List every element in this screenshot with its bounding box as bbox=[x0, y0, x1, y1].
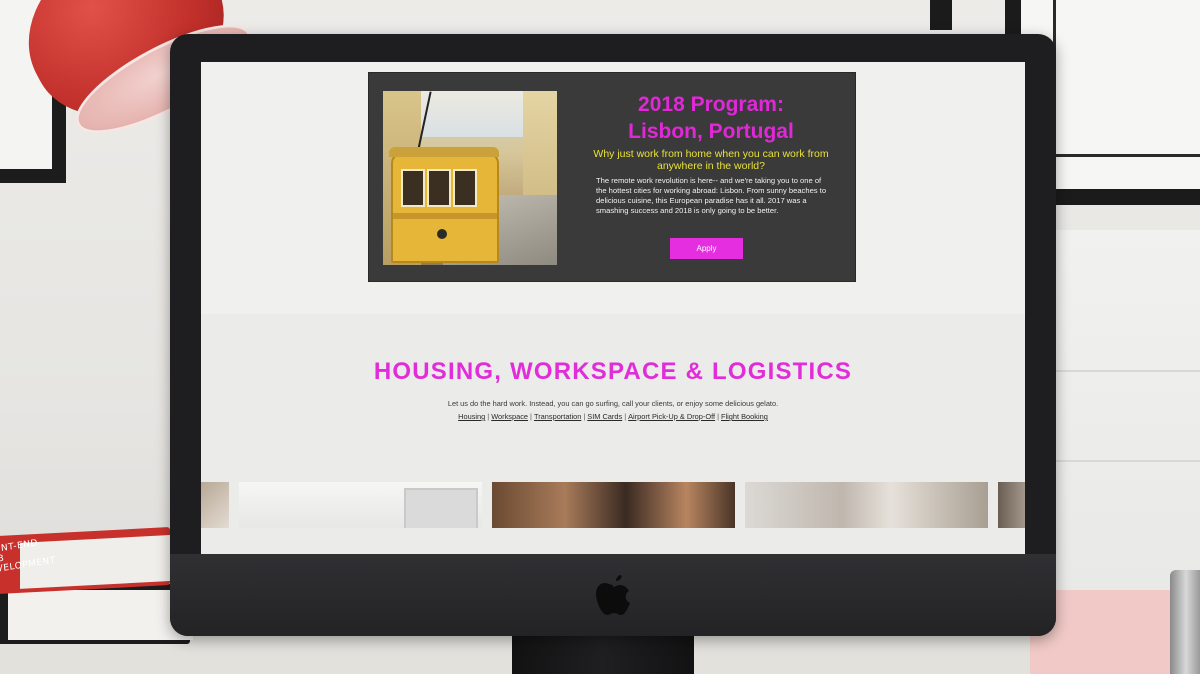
program-card: 2018 Program: Lisbon, Portugal Why just … bbox=[368, 72, 856, 282]
program-title-line1: 2018 Program: bbox=[638, 93, 784, 116]
apply-button[interactable]: Apply bbox=[670, 238, 743, 259]
link-flight-booking[interactable]: Flight Booking bbox=[721, 412, 768, 421]
book-red: FRONT-END WEB DEVELOPMENT bbox=[0, 527, 170, 595]
gallery-image-cafe[interactable] bbox=[492, 482, 735, 528]
link-workspace[interactable]: Workspace bbox=[491, 412, 528, 421]
web-page-viewport: 2018 Program: Lisbon, Portugal Why just … bbox=[201, 62, 1025, 554]
lisbon-tram-photo bbox=[383, 91, 557, 265]
link-airport-pickup[interactable]: Airport Pick-Up & Drop-Off bbox=[628, 412, 715, 421]
apple-logo-icon bbox=[593, 572, 633, 618]
link-sim-cards[interactable]: SIM Cards bbox=[587, 412, 622, 421]
gallery-image-partial-right[interactable] bbox=[998, 482, 1025, 528]
gallery-image-partial-left[interactable] bbox=[201, 482, 229, 528]
housing-section-heading: HOUSING, WORKSPACE & LOGISTICS bbox=[373, 358, 853, 385]
metal-cup bbox=[1170, 570, 1200, 674]
program-subtitle: Why just work from home when you can wor… bbox=[593, 148, 829, 172]
link-transportation[interactable]: Transportation bbox=[534, 412, 581, 421]
gallery-image-apartment[interactable] bbox=[239, 482, 482, 528]
gallery-image-kitchen[interactable] bbox=[745, 482, 988, 528]
program-title-line2: Lisbon, Portugal bbox=[628, 120, 794, 143]
imac-monitor: 2018 Program: Lisbon, Portugal Why just … bbox=[170, 34, 1056, 636]
housing-intro-text: Let us do the hard work. Instead, you ca… bbox=[447, 399, 779, 408]
link-housing[interactable]: Housing bbox=[458, 412, 485, 421]
image-gallery-strip bbox=[201, 482, 1025, 528]
program-title: 2018 Program: Lisbon, Portugal bbox=[581, 91, 841, 145]
monitor-stand bbox=[512, 636, 694, 674]
program-description: The remote work revolution is here-- and… bbox=[596, 176, 827, 215]
wall-picture-frame-edge bbox=[930, 0, 952, 30]
logistics-link-row: Housing | Workspace | Transportation | SIM Car… bbox=[201, 412, 1025, 422]
book-black bbox=[0, 584, 193, 644]
